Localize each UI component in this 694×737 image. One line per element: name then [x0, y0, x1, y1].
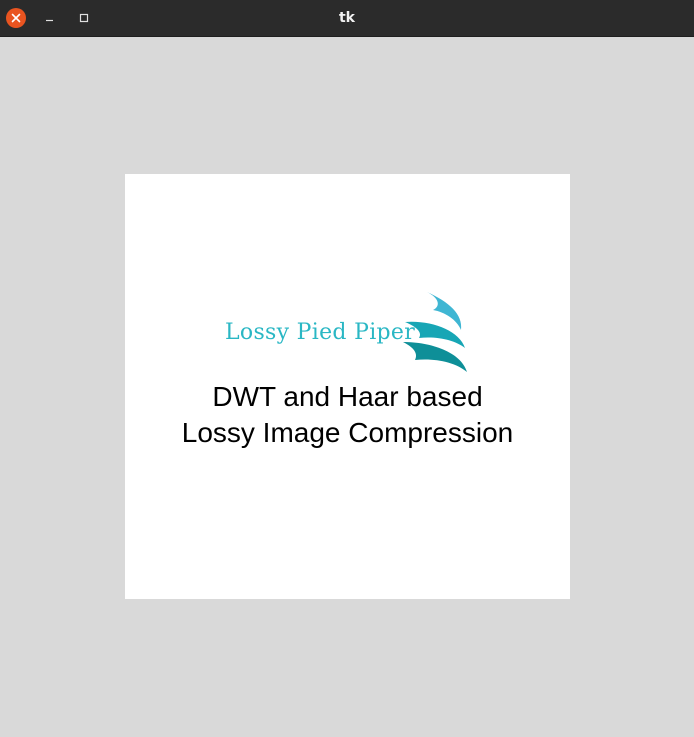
title-bar[interactable]: tk [0, 0, 694, 37]
brand-name: Lossy Pied Piper [225, 320, 416, 345]
headline-line-1: DWT and Haar based [212, 381, 483, 412]
splash-canvas: Lossy Pied Piper DWT and Haar based Loss… [125, 174, 570, 599]
headline-line-2: Lossy Image Compression [181, 417, 514, 448]
window-title: tk [338, 10, 355, 26]
brand-logo: Lossy Pied Piper [221, 290, 475, 374]
wave-swoosh-icon [403, 292, 467, 372]
app-window: tk Lossy Pied Piper DWT and Haar based L… [0, 0, 694, 737]
